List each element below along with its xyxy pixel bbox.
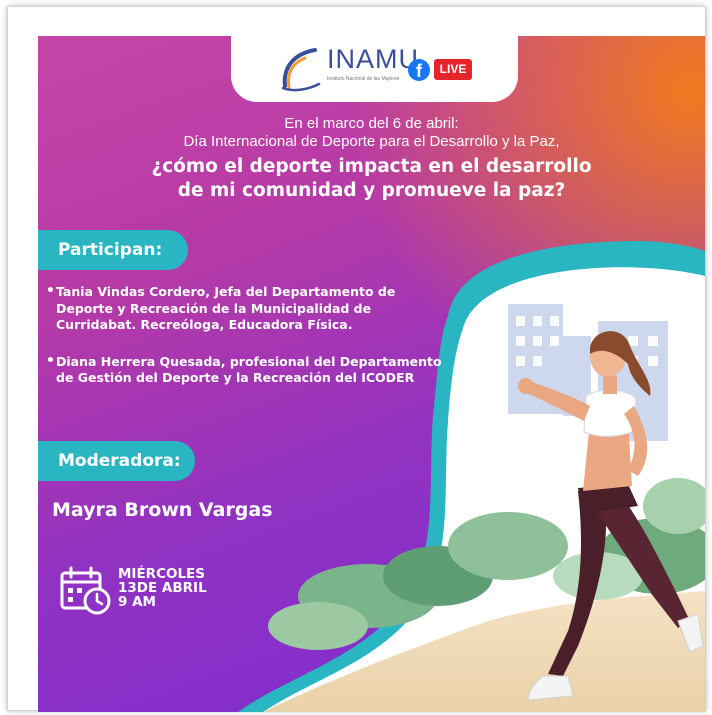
participants-list: Tania Vindas Cordero, Jefa del Departame…: [46, 283, 446, 399]
question-line-2: de mi comunidad y promueve la paz?: [177, 180, 566, 201]
facebook-icon: f: [408, 59, 430, 81]
inamu-logo-box: INAMU Instituto Nacional de las Mujeres …: [231, 36, 518, 102]
participants-heading: Participan:: [38, 230, 188, 270]
live-badge: LIVE: [434, 59, 472, 80]
inamu-swoosh-icon: [281, 48, 321, 92]
inamu-logo-subtext: Instituto Nacional de las Mujeres: [327, 76, 400, 82]
moderator-heading: Moderadora:: [38, 441, 195, 481]
calendar-clock-icon: [60, 566, 111, 615]
intro-line-1: En el marco del 6 de abril:: [284, 115, 459, 132]
question-line-1: ¿cómo el deporte impacta en el desarroll…: [151, 156, 592, 177]
event-date: MIÉRCOLES 13DE ABRIL 9 AM: [118, 567, 207, 609]
event-time: 9 AM: [118, 594, 156, 610]
inamu-logo-text: INAMU: [327, 44, 419, 74]
event-poster: INAMU Instituto Nacional de las Mujeres …: [38, 36, 705, 712]
event-day: MIÉRCOLES: [118, 566, 206, 582]
participant-item: Tania Vindas Cordero, Jefa del Departame…: [46, 283, 446, 334]
moderator-name: Mayra Brown Vargas: [52, 499, 273, 521]
intro-line-2: Día Internacional de Deporte para el Des…: [183, 133, 560, 150]
event-date-text: 13DE ABRIL: [118, 580, 207, 596]
post-frame: INAMU Instituto Nacional de las Mujeres …: [7, 6, 706, 712]
participant-item: Diana Herrera Quesada, profesional del D…: [46, 353, 446, 387]
